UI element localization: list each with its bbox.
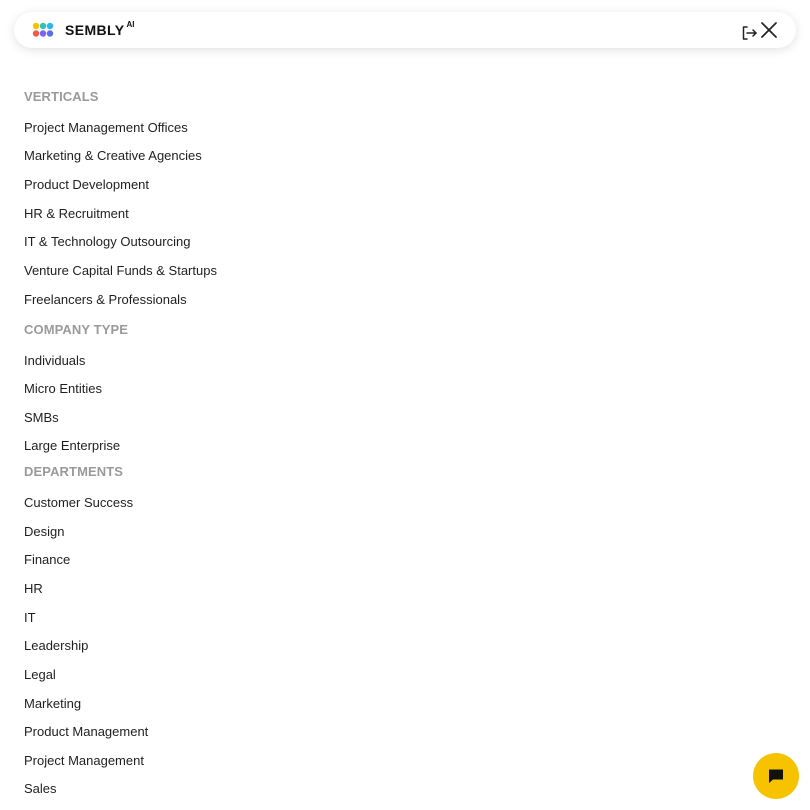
logo-wordmark: SEMBLY bbox=[65, 22, 125, 38]
section-title-departments: DEPARTMENTS bbox=[24, 464, 124, 479]
menu-item-design[interactable]: Design bbox=[24, 524, 64, 539]
menu-item-product-management[interactable]: Product Management bbox=[24, 724, 148, 739]
menu-item-individuals[interactable]: Individuals bbox=[24, 353, 85, 368]
chat-widget-button[interactable] bbox=[753, 753, 799, 799]
menu-item-product-development[interactable]: Product Development bbox=[24, 177, 149, 192]
menu-item-finance[interactable]: Finance bbox=[24, 552, 70, 567]
close-icon[interactable] bbox=[760, 21, 778, 39]
menu-item-leadership[interactable]: Leadership bbox=[24, 638, 88, 653]
menu-item-marketing-creative-agencies[interactable]: Marketing & Creative Agencies bbox=[24, 148, 202, 163]
menu-item-marketing[interactable]: Marketing bbox=[24, 696, 81, 711]
menu-item-sales[interactable]: Sales bbox=[24, 781, 57, 796]
menu-item-micro-entities[interactable]: Micro Entities bbox=[24, 381, 102, 396]
top-navigation-bar: SEMBLY AI bbox=[14, 12, 796, 48]
menu-item-large-enterprise[interactable]: Large Enterprise bbox=[24, 438, 120, 453]
menu-item-smbs[interactable]: SMBs bbox=[24, 410, 59, 425]
sembly-logo-mark-icon bbox=[32, 22, 54, 37]
login-icon[interactable] bbox=[740, 24, 758, 42]
menu-item-project-management[interactable]: Project Management bbox=[24, 753, 144, 768]
section-title-company-type: COMPANY TYPE bbox=[24, 322, 129, 337]
menu-item-freelancers-professionals[interactable]: Freelancers & Professionals bbox=[24, 292, 187, 307]
menu-item-venture-capital-funds-startups[interactable]: Venture Capital Funds & Startups bbox=[24, 263, 217, 278]
menu-item-hr[interactable]: HR bbox=[24, 581, 43, 596]
menu-item-legal[interactable]: Legal bbox=[24, 667, 56, 682]
section-title-verticals: VERTICALS bbox=[24, 89, 99, 104]
logo-superscript: AI bbox=[126, 19, 135, 29]
sembly-logo[interactable]: SEMBLY AI bbox=[31, 19, 135, 39]
menu-item-it[interactable]: IT bbox=[24, 610, 36, 625]
chat-bubble-icon bbox=[769, 769, 783, 783]
menu-item-it-technology-outsourcing[interactable]: IT & Technology Outsourcing bbox=[24, 234, 190, 249]
menu-item-hr-recruitment[interactable]: HR & Recruitment bbox=[24, 206, 129, 221]
menu-item-project-management-offices[interactable]: Project Management Offices bbox=[24, 120, 188, 135]
menu-item-customer-success[interactable]: Customer Success bbox=[24, 495, 133, 510]
